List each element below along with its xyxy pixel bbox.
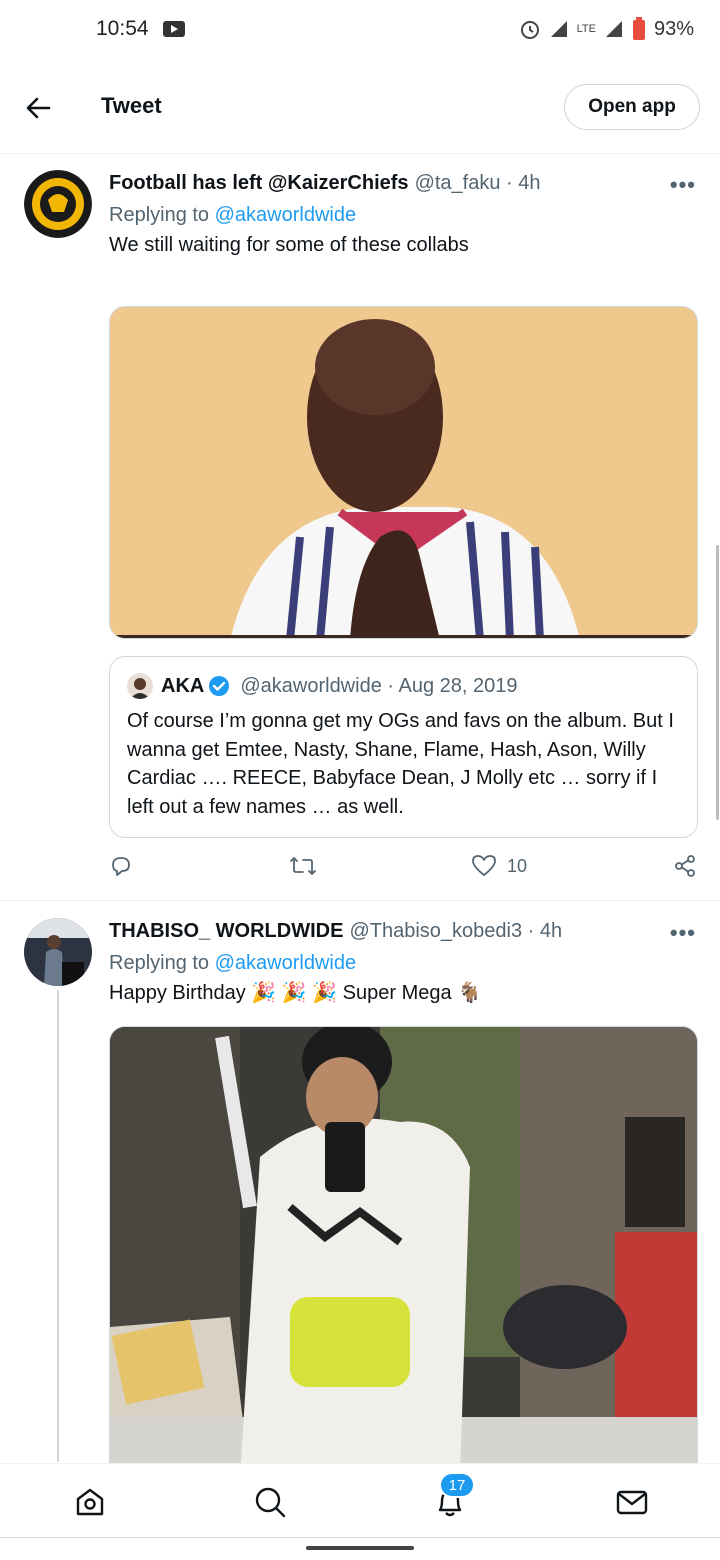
mention-link[interactable]: @akaworldwide (215, 952, 356, 974)
nav-home[interactable] (70, 1482, 110, 1522)
network-label: LTE (576, 23, 596, 35)
search-icon (255, 1487, 286, 1518)
share-button[interactable] (673, 854, 697, 878)
mention-link[interactable]: @akaworldwide (215, 204, 356, 226)
page-title: Tweet (101, 93, 162, 118)
battery-percent: 93% (653, 17, 694, 40)
quote-display-name: AKA (161, 674, 205, 697)
like-button[interactable]: 10 (471, 854, 527, 878)
battery-icon (632, 17, 645, 40)
avatar-photo (24, 918, 92, 986)
handle-time[interactable]: @Thabiso_kobedi3 · 4h (349, 918, 562, 944)
display-name[interactable]: Football has left @KaizerChiefs (109, 170, 409, 196)
replying-to: Replying to @akaworldwide (109, 950, 699, 976)
retweet-icon (290, 857, 316, 875)
verified-icon (209, 676, 230, 696)
messages-icon (616, 1490, 648, 1515)
status-time: 10:54 (96, 17, 149, 40)
open-app-button[interactable]: Open app (564, 84, 700, 130)
notification-badge: 17 (439, 1472, 475, 1498)
tweet-text: We still waiting for some of these colla… (109, 234, 469, 256)
back-button[interactable] (22, 92, 54, 124)
tweet-header: Football has left @KaizerChiefs @ta_faku… (109, 170, 699, 196)
avatar[interactable] (24, 918, 92, 986)
quote-avatar (127, 673, 153, 699)
tweet-image[interactable] (109, 1026, 698, 1476)
bottom-nav (0, 1463, 720, 1537)
quoted-tweet[interactable]: AKA @akaworldwide · Aug 28, 2019 Of cour… (109, 656, 698, 838)
like-icon (472, 855, 496, 876)
display-name[interactable]: THABISO_ WORLDWIDE (109, 918, 343, 944)
avatar[interactable] (24, 170, 92, 238)
scrollbar[interactable] (716, 545, 719, 820)
tweet-divider (0, 900, 720, 901)
nav-messages[interactable] (612, 1482, 652, 1522)
replying-prefix: Replying to (109, 204, 215, 226)
tweet-actions: 10 (109, 854, 699, 884)
home-icon (76, 1488, 104, 1516)
share-icon (675, 855, 695, 877)
photo-mirror-selfie (110, 1027, 697, 1476)
more-icon[interactable]: ••• (670, 172, 696, 198)
reply-icon (112, 857, 130, 876)
reply-button[interactable] (109, 854, 133, 878)
tweet-text: Happy Birthday 🎉 🎉 🎉 Super Mega 🐐 (109, 982, 483, 1004)
photo-man-thinking (110, 307, 697, 638)
signal-icon (550, 21, 567, 37)
replying-to: Replying to @akaworldwide (109, 202, 699, 228)
replying-prefix: Replying to (109, 952, 215, 974)
top-header: Tweet Open app (0, 70, 720, 154)
signal-icon-2 (605, 21, 622, 37)
kaizer-chiefs-logo (24, 170, 92, 238)
quote-text: Of course I’m gonna get my OGs and favs … (127, 710, 674, 818)
tweet-content: THABISO_ WORLDWIDE @Thabiso_kobedi3 · 4h… (109, 918, 699, 1006)
handle-time[interactable]: @ta_faku · 4h (415, 170, 541, 196)
home-indicator[interactable] (306, 1546, 414, 1550)
tweet-content: Football has left @KaizerChiefs @ta_faku… (109, 170, 699, 258)
media-icon (162, 21, 185, 37)
quote-handle-date: @akaworldwide · Aug 28, 2019 (240, 674, 518, 697)
back-arrow-icon (26, 97, 51, 119)
nav-search[interactable] (250, 1482, 290, 1522)
alarm-icon (520, 21, 539, 39)
tweet-2[interactable]: THABISO_ WORLDWIDE @Thabiso_kobedi3 · 4h… (0, 918, 720, 1476)
retweet-button[interactable] (289, 854, 317, 878)
tweet-image[interactable] (109, 306, 698, 639)
status-bar: 10:54 LTE 93% (0, 0, 720, 58)
more-icon[interactable]: ••• (670, 920, 696, 946)
tweet-1[interactable]: Football has left @KaizerChiefs @ta_faku… (0, 170, 720, 900)
status-indicators: LTE 93% (519, 17, 694, 41)
tweet-header: THABISO_ WORLDWIDE @Thabiso_kobedi3 · 4h (109, 918, 699, 944)
quote-header: AKA @akaworldwide · Aug 28, 2019 (127, 673, 681, 699)
like-count: 10 (507, 855, 528, 876)
